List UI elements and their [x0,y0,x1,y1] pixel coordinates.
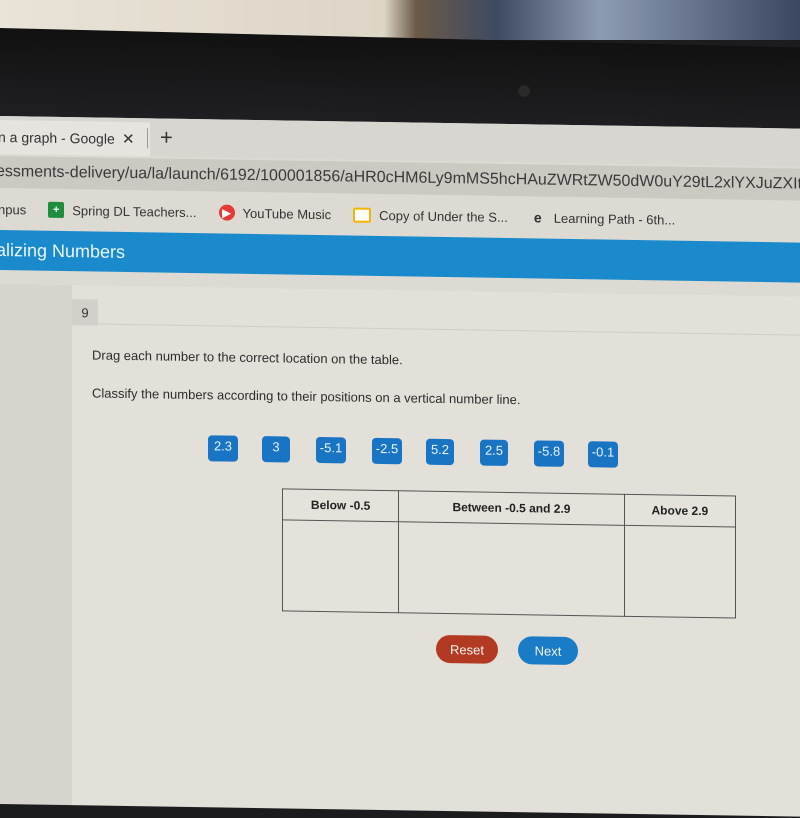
plus-icon[interactable]: + [160,125,173,151]
google-sheets-icon: + [48,201,65,219]
question-panel: 9 Drag each number to the correct locati… [72,285,800,817]
google-slides-icon [353,207,372,223]
reset-button[interactable]: Reset [436,634,498,664]
classification-table: Below -0.5 Between -0.5 and 2.9 Above 2.… [282,488,736,619]
number-tile[interactable]: -2.5 [372,437,402,465]
bookmark-learning-path[interactable]: e Learning Path - 6th... [530,209,675,227]
number-tile[interactable]: 3 [262,436,290,463]
app-title: alizing Numbers [0,239,126,262]
youtube-music-icon: ▶ [218,204,235,221]
bookmark-label: npus [0,201,27,217]
number-tile[interactable]: 2.5 [480,439,508,466]
column-header-below: Below -0.5 [282,488,399,522]
number-tile[interactable]: -5.1 [316,436,346,464]
bookmark-label: Copy of Under the S... [379,207,508,225]
number-tile[interactable]: 2.3 [208,435,238,462]
drop-zone-below[interactable] [282,519,399,613]
tab-title: n a graph - Google Sc [0,128,116,147]
bookmark-spring-dl-teachers[interactable]: + Spring DL Teachers... [48,201,197,220]
webcam [519,86,529,96]
question-number: 9 [72,299,98,326]
number-tile[interactable]: -5.8 [534,440,564,467]
divider [98,323,800,336]
bookmark-label: Learning Path - 6th... [553,210,676,228]
edmentum-icon: e [533,209,542,226]
column-header-between: Between -0.5 and 2.9 [398,490,625,526]
instruction-classify: Classify the numbers according to their … [92,385,521,408]
bookmark-label: YouTube Music [242,205,332,222]
url-text[interactable]: essments-delivery/ua/la/launch/6192/1000… [0,163,800,195]
bookmark-copy-of-under-the-s[interactable]: Copy of Under the S... [353,207,508,224]
app-header: alizing Numbers [0,230,800,283]
bookmark-campus[interactable]: npus [0,201,26,216]
drop-zone-between[interactable] [398,521,625,617]
browser-screen: n a graph - Google Sc ✕ + essments-deliv… [0,116,800,817]
tab-separator [147,128,148,149]
drop-zone-above[interactable] [624,525,736,619]
column-header-above: Above 2.9 [624,494,736,528]
bookmark-youtube-music[interactable]: ▶ YouTube Music [218,204,332,222]
instruction-drag: Drag each number to the correct location… [92,347,403,368]
number-tile[interactable]: 5.2 [426,438,454,466]
browser-tab[interactable]: n a graph - Google Sc ✕ [0,120,150,157]
number-tile[interactable]: -0.1 [588,441,618,468]
close-icon[interactable]: ✕ [122,130,135,148]
left-margin [0,284,72,806]
bookmark-label: Spring DL Teachers... [72,202,197,220]
next-button[interactable]: Next [518,636,578,666]
